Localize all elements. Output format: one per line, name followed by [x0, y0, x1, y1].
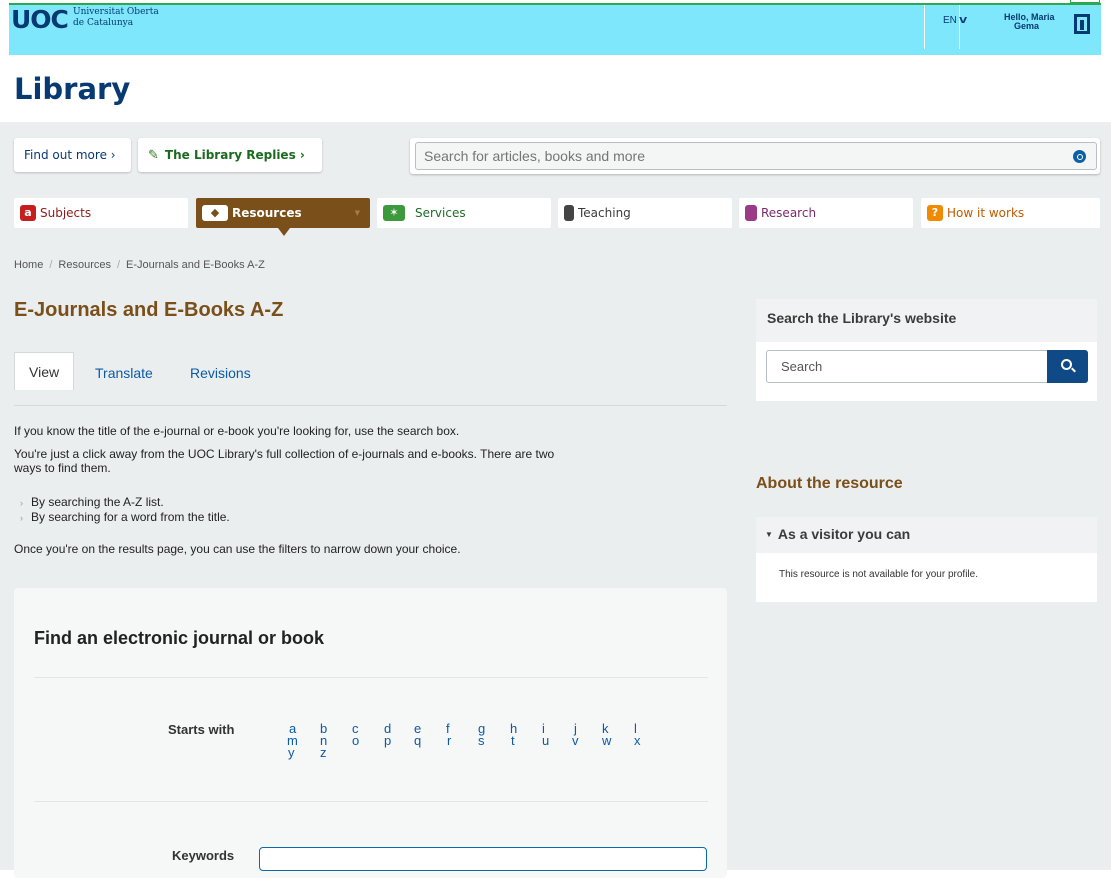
page-title: E-Journals and E-Books A-Z [14, 299, 284, 321]
language-selector[interactable]: EN v [943, 14, 967, 26]
panel-divider [34, 801, 708, 802]
nav-how-it-works[interactable]: ? How it works [921, 198, 1100, 228]
about-resource-title: About the resource [756, 475, 903, 492]
paragraph-line2: ways to find them. [14, 461, 111, 475]
search-input[interactable] [424, 143, 1044, 169]
pencil-icon: ✎ [148, 147, 159, 163]
main-search [410, 138, 1100, 174]
nav-research-label: Research [761, 206, 817, 220]
top-header: UOC Universitat Oberta de Catalunya EN v … [0, 0, 1111, 58]
chevron-down-icon: ▼ [765, 530, 773, 539]
nav-research[interactable]: Research [739, 198, 913, 228]
visitor-accordion-toggle[interactable]: ▼ As a visitor you can [756, 517, 1097, 553]
find-journal-panel: Find an electronic journal or book Start… [14, 588, 727, 878]
breadcrumb-separator: / [116, 259, 121, 271]
letter-link-o[interactable]: o [352, 733, 359, 748]
nav-how-it-works-label: How it works [947, 206, 1025, 220]
visitor-text: This resource is not available for your … [779, 569, 978, 580]
library-replies-button[interactable]: ✎ The Library Replies › [138, 138, 322, 172]
site-search-input[interactable]: Search [766, 350, 1048, 383]
chevron-down-icon: v [958, 14, 967, 26]
list-item-text: By searching the A-Z list. [31, 495, 164, 509]
header-tab [1070, 0, 1100, 3]
header-divider [924, 5, 925, 49]
tab-view[interactable]: View [14, 352, 75, 390]
nav-resources-label: Resources [232, 206, 302, 220]
teaching-icon [564, 205, 574, 221]
bullet-marker-icon: › [20, 513, 23, 523]
how-it-works-icon: ? [927, 205, 943, 221]
breadcrumb-home[interactable]: Home [14, 259, 43, 271]
letter-link-x[interactable]: x [634, 733, 641, 748]
visitor-box: ▼ As a visitor you can This resource is n… [756, 517, 1097, 602]
breadcrumb: Home / Resources / E-Journals and E-Books A-… [14, 259, 265, 271]
breadcrumb-resources[interactable]: Resources [58, 259, 111, 271]
list-item-text: By searching for a word from the title. [31, 510, 230, 524]
library-replies-label: The Library Replies › [164, 148, 305, 162]
letter-link-y[interactable]: y [288, 745, 295, 760]
nav-services-label: Services [415, 206, 466, 220]
paragraph-line1: You're just a click away from the UOC Li… [14, 447, 555, 461]
header-bar: UOC Universitat Oberta de Catalunya EN v … [9, 3, 1101, 55]
research-icon [745, 205, 757, 221]
tab-revisions[interactable]: Revisions [176, 355, 265, 391]
nav-subjects[interactable]: a Subjects [14, 198, 188, 228]
visitor-title: As a visitor you can [777, 526, 911, 542]
nav-services[interactable]: ✶ Services [377, 198, 551, 228]
letter-link-u[interactable]: u [542, 733, 549, 748]
site-search-button[interactable] [1047, 350, 1088, 383]
nav-resources[interactable]: ◆ Resources ▼ [196, 198, 370, 236]
logout-icon[interactable] [1074, 14, 1090, 34]
letter-link-p[interactable]: p [384, 733, 391, 748]
site-search-box: Search the Library's website Search [756, 299, 1097, 401]
nav-teaching-label: Teaching [578, 206, 631, 220]
tabs-divider [14, 405, 727, 406]
resources-icon: ◆ [202, 205, 228, 221]
search-icon [1061, 359, 1072, 370]
breadcrumb-current: E-Journals and E-Books A-Z [126, 259, 265, 271]
find-panel-title: Find an electronic journal or book [34, 628, 325, 648]
search-field-wrap [415, 142, 1097, 170]
panel-divider [34, 677, 708, 678]
uoc-logo[interactable]: UOC [11, 5, 69, 34]
chevron-down-icon: ▼ [354, 209, 360, 217]
nav-subjects-label: Subjects [40, 206, 92, 220]
site-title[interactable]: Library [14, 72, 130, 106]
starts-with-label: Starts with [168, 722, 235, 737]
university-name-line2: de Catalunya [73, 18, 134, 28]
greeting-line2: Gema [1014, 21, 1040, 31]
keywords-label: Keywords [172, 848, 235, 863]
language-label: EN [943, 15, 957, 26]
letter-link-w[interactable]: w [602, 733, 611, 748]
find-out-more-button[interactable]: Find out more › [14, 138, 131, 172]
intro-text: If you know the title of the e-journal o… [14, 424, 460, 438]
breadcrumb-separator: / [49, 259, 53, 271]
university-name-line1: Universitat Oberta [73, 7, 159, 17]
keywords-input[interactable] [259, 847, 707, 871]
letter-link-z[interactable]: z [320, 745, 327, 760]
bullet-marker-icon: › [20, 498, 23, 508]
search-icon[interactable] [1073, 150, 1086, 163]
list-item: › By searching for a word from the title. [20, 510, 230, 524]
letter-link-v[interactable]: v [572, 733, 579, 748]
subjects-icon: a [20, 205, 36, 221]
letter-link-t[interactable]: t [511, 733, 515, 748]
site-search-title: Search the Library's website [756, 299, 1097, 342]
tab-translate[interactable]: Translate [81, 355, 167, 391]
user-greeting[interactable]: Hello, Maria Gema [1004, 13, 1055, 31]
outro-text: Once you're on the results page, you can… [14, 542, 461, 556]
letter-link-r[interactable]: r [447, 733, 451, 748]
main-content: Find out more › ✎ The Library Replies › … [0, 122, 1111, 878]
letter-link-q[interactable]: q [414, 733, 421, 748]
services-icon: ✶ [383, 205, 405, 221]
letter-link-s[interactable]: s [478, 733, 485, 748]
university-name: Universitat Oberta de Catalunya [73, 7, 159, 29]
list-item: › By searching the A-Z list. [20, 495, 164, 509]
header-divider [959, 5, 960, 49]
nav-teaching[interactable]: Teaching [558, 198, 732, 228]
